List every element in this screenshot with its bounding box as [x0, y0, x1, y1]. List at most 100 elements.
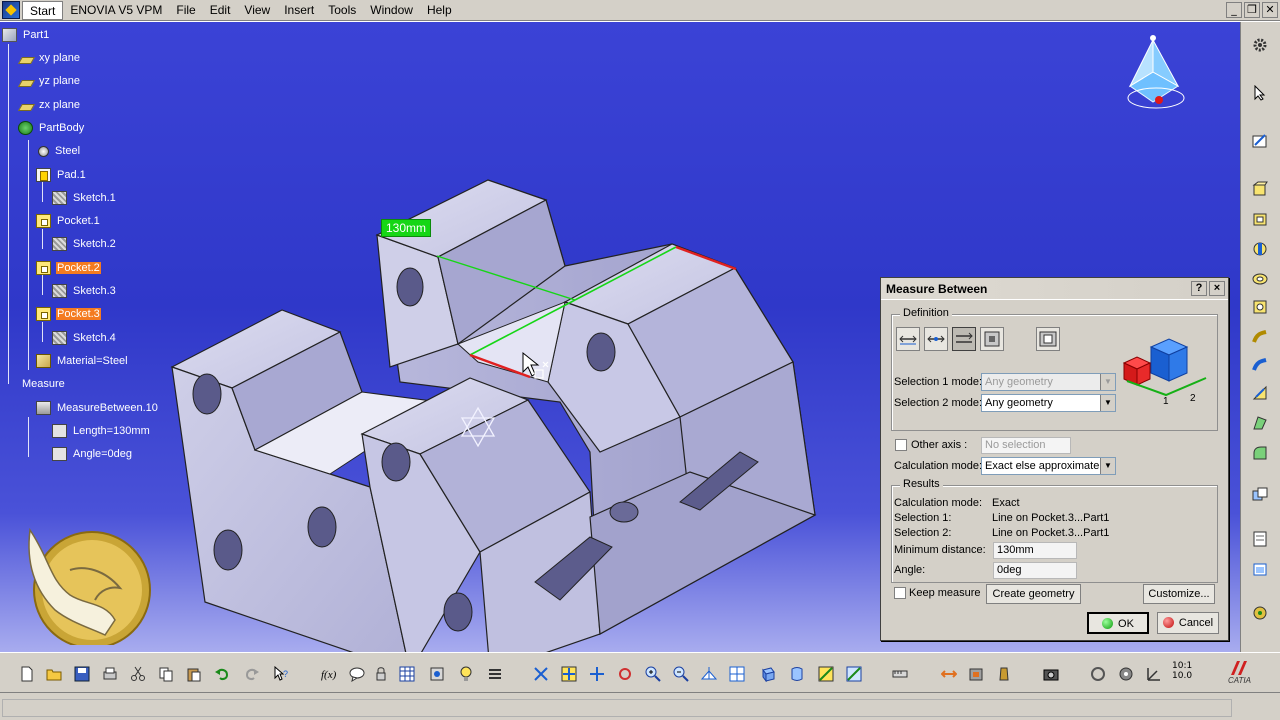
shading-button[interactable] — [786, 663, 808, 685]
save-button[interactable] — [71, 663, 93, 685]
groove-button[interactable] — [1249, 268, 1271, 290]
cut-button[interactable] — [127, 663, 149, 685]
copy-button[interactable] — [155, 663, 177, 685]
menu-enovia[interactable]: ENOVIA V5 VPM — [63, 1, 169, 20]
menu-help[interactable]: Help — [420, 1, 459, 20]
customize-button[interactable]: Customize... — [1143, 584, 1215, 604]
design-table-button[interactable] — [396, 663, 418, 685]
catalog-button[interactable] — [426, 663, 448, 685]
power-input-field[interactable] — [2, 699, 1232, 717]
zoom-out-button[interactable] — [670, 663, 692, 685]
close-button[interactable]: × — [1209, 281, 1225, 296]
selection-2-mode-select[interactable]: Any geometry ▼ — [981, 394, 1116, 412]
measure-chain-mode-button[interactable] — [924, 327, 948, 351]
measure-inertia-button[interactable] — [965, 663, 987, 685]
menu-tools[interactable]: Tools — [321, 1, 363, 20]
normal-view-button[interactable] — [698, 663, 720, 685]
hole-button[interactable] — [1249, 296, 1271, 318]
menu-insert[interactable]: Insert — [277, 1, 321, 20]
multi-view-button[interactable] — [726, 663, 748, 685]
tree-node-sketch2[interactable]: Sketch.2 — [52, 235, 117, 253]
catia-app-icon[interactable] — [2, 1, 20, 19]
analysis-button[interactable] — [1249, 602, 1271, 624]
tree-node-sketch4[interactable]: Sketch.4 — [52, 329, 117, 347]
undo-button[interactable] — [211, 663, 233, 685]
minimize-icon[interactable]: _ — [1226, 2, 1242, 18]
help-button[interactable]: ? — [1191, 281, 1207, 296]
measure-between-mode-button[interactable] — [896, 327, 920, 351]
stiffener-button[interactable] — [1249, 382, 1271, 404]
menu-start[interactable]: Start — [22, 0, 64, 20]
tree-node-zx-plane[interactable]: zx plane — [17, 96, 81, 114]
shaft-button[interactable] — [1249, 238, 1271, 260]
apply-material-button[interactable] — [993, 663, 1015, 685]
fly-mode-button[interactable] — [530, 663, 552, 685]
swap-visible-button[interactable] — [843, 663, 865, 685]
tree-node-pocket3[interactable]: Pocket.3 — [36, 305, 101, 323]
tree-node-partbody[interactable]: PartBody — [18, 119, 85, 137]
capture-button[interactable] — [1040, 663, 1062, 685]
pad-button[interactable] — [1249, 178, 1271, 200]
pan-button[interactable] — [586, 663, 608, 685]
tree-node-yz-plane[interactable]: yz plane — [17, 72, 81, 90]
fillet-button[interactable] — [1249, 442, 1271, 464]
measure-thickness-button[interactable] — [1036, 327, 1060, 351]
axis-button[interactable] — [1143, 663, 1165, 685]
scale-button[interactable] — [1249, 558, 1271, 580]
menu-edit[interactable]: Edit — [203, 1, 238, 20]
restore-icon[interactable]: ❐ — [1244, 2, 1260, 18]
tree-node-xy-plane[interactable]: xy plane — [17, 49, 81, 67]
close-window-icon[interactable]: ✕ — [1262, 2, 1278, 18]
pocket-button[interactable] — [1249, 208, 1271, 230]
tree-node-sketch3[interactable]: Sketch.3 — [52, 282, 117, 300]
selection-1-mode-select[interactable]: Any geometry ▼ — [981, 373, 1116, 391]
tree-node-measure-between[interactable]: MeasureBetween.10 — [36, 399, 159, 417]
knowledge-button[interactable] — [455, 663, 477, 685]
turn-head-button[interactable] — [1115, 663, 1137, 685]
boolean-button[interactable] — [1249, 484, 1271, 506]
menu-view[interactable]: View — [237, 1, 277, 20]
print-button[interactable] — [99, 663, 121, 685]
angle-field[interactable]: 0deg — [993, 562, 1077, 579]
tree-node-angle[interactable]: Angle=0deg — [52, 445, 133, 463]
tree-node-length[interactable]: Length=130mm — [52, 422, 151, 440]
tree-node-part1[interactable]: Part1 — [2, 26, 50, 44]
parameters-button[interactable] — [484, 663, 506, 685]
measure-between-button[interactable] — [889, 663, 911, 685]
tree-node-pocket1[interactable]: Pocket.1 — [36, 212, 101, 230]
tree-node-sketch1[interactable]: Sketch.1 — [52, 189, 117, 207]
minimum-distance-field[interactable]: 130mm — [993, 542, 1077, 559]
zoom-in-button[interactable] — [642, 663, 664, 685]
fit-all-button[interactable] — [558, 663, 580, 685]
whats-this-button[interactable]: ? — [270, 663, 292, 685]
comment-button[interactable] — [346, 663, 368, 685]
pattern-button[interactable] — [1249, 528, 1271, 550]
ok-button[interactable]: OK — [1087, 612, 1149, 634]
rotate-view-button[interactable] — [1087, 663, 1109, 685]
paste-button[interactable] — [183, 663, 205, 685]
measure-fan-mode-button[interactable] — [952, 327, 976, 351]
tree-node-pad1[interactable]: Pad.1 — [36, 166, 87, 184]
formula-button[interactable]: f(x) — [318, 663, 340, 685]
tree-node-material-steel[interactable]: Material=Steel — [36, 352, 129, 370]
rotate-button[interactable] — [614, 663, 636, 685]
cancel-button[interactable]: Cancel — [1157, 612, 1219, 634]
open-button[interactable] — [43, 663, 65, 685]
rib-button[interactable] — [1249, 326, 1271, 348]
menu-window[interactable]: Window — [363, 1, 420, 20]
expand-icon[interactable] — [2, 377, 16, 391]
redo-button[interactable] — [241, 663, 263, 685]
keep-measure-checkbox[interactable] — [894, 587, 906, 599]
settings-button[interactable] — [1249, 34, 1271, 56]
tree-node-measure[interactable]: Measure — [2, 375, 66, 393]
other-axis-checkbox[interactable] — [895, 439, 907, 451]
measure-item-toolbar-button[interactable] — [938, 663, 960, 685]
sketcher-button[interactable] — [1249, 130, 1271, 152]
select-button[interactable] — [1249, 82, 1271, 104]
measure-item-button[interactable] — [980, 327, 1004, 351]
lock-button[interactable] — [370, 663, 392, 685]
compass-icon[interactable] — [1120, 32, 1190, 112]
tree-node-material[interactable]: Steel — [38, 142, 81, 160]
tree-node-pocket2[interactable]: Pocket.2 — [36, 259, 101, 277]
hide-show-button[interactable] — [815, 663, 837, 685]
